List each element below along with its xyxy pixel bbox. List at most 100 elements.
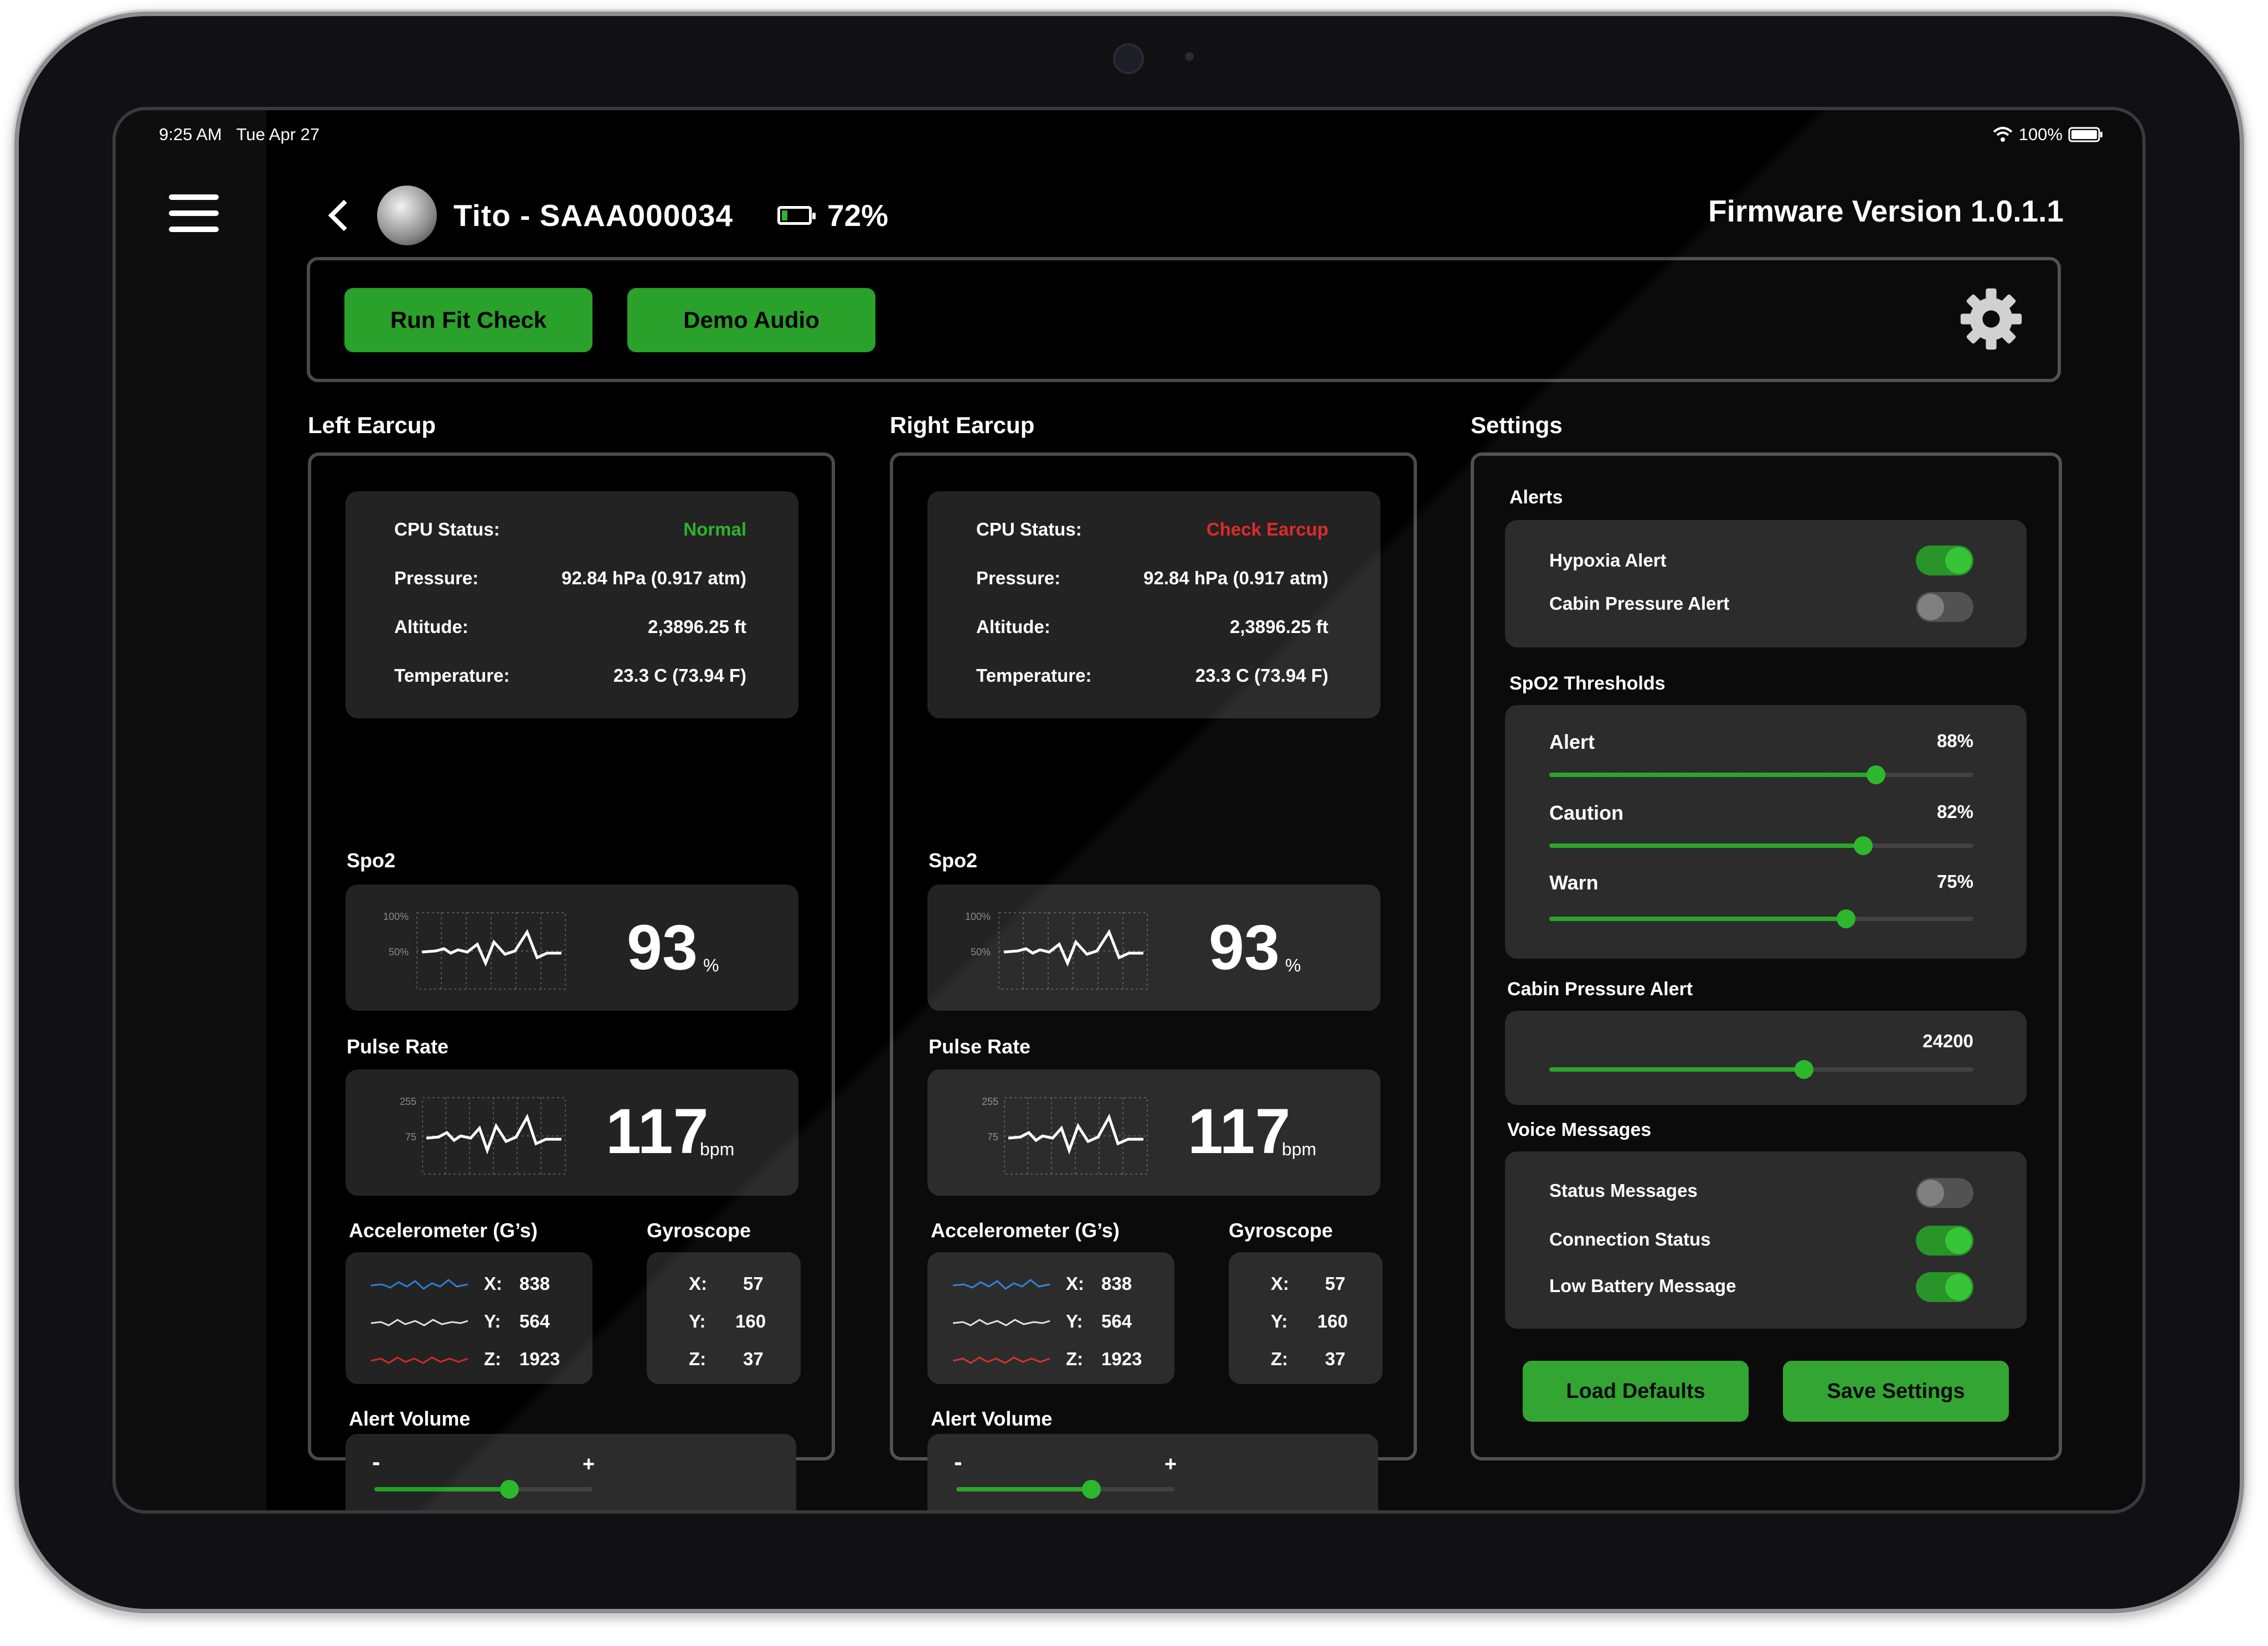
status-bar: 9:25 AM Tue Apr 27 100% xyxy=(116,110,2142,166)
sidebar xyxy=(116,110,266,1510)
slider-fill xyxy=(956,1487,1092,1491)
alert-volume-card: - + xyxy=(346,1434,796,1510)
low-battery-message-toggle[interactable] xyxy=(1916,1272,1973,1302)
caution-threshold-label: Caution xyxy=(1549,801,1623,824)
gyro-z-value: 37 xyxy=(1325,1349,1346,1369)
alert-threshold-slider[interactable] xyxy=(1549,765,1973,784)
cabin-pressure-alert-label: Cabin Pressure Alert xyxy=(1549,593,1730,614)
spo2-tick-high: 100% xyxy=(383,911,409,922)
camera-icon xyxy=(1113,43,1144,74)
pressure-label: Pressure: xyxy=(976,568,1061,588)
spo2-title: Spo2 xyxy=(347,849,396,872)
action-toolbar: Run Fit Check Demo Audio xyxy=(307,257,2061,382)
slider-knob[interactable] xyxy=(500,1480,519,1499)
slider-fill xyxy=(1549,1067,1804,1072)
warn-threshold-slider[interactable] xyxy=(1549,909,1973,928)
gear-icon[interactable] xyxy=(1958,286,2024,352)
accelerometer-title: Accelerometer (G’s) xyxy=(931,1219,1120,1242)
settings-title: Settings xyxy=(1471,412,1563,438)
save-settings-button[interactable]: Save Settings xyxy=(1783,1361,2009,1422)
spo2-title: Spo2 xyxy=(929,849,978,872)
device-name: Tito - SAAA000034 xyxy=(453,198,734,233)
back-chevron-icon[interactable] xyxy=(328,199,360,232)
accel-z-label: Z: xyxy=(484,1349,502,1369)
spo2-waveform xyxy=(998,912,1148,990)
run-fit-check-button[interactable]: Run Fit Check xyxy=(344,288,592,352)
status-messages-label: Status Messages xyxy=(1549,1180,1698,1201)
spo2-value: 93 xyxy=(627,912,698,983)
cabin-pressure-slider[interactable] xyxy=(1549,1060,1973,1079)
altitude-value: 2,3896.25 ft xyxy=(1230,616,1328,637)
volume-plus-icon[interactable]: + xyxy=(1164,1453,1177,1477)
volume-plus-icon[interactable]: + xyxy=(583,1453,595,1477)
spo2-card: 100% 50% 93 % xyxy=(927,884,1380,1011)
spo2-unit: % xyxy=(1285,955,1301,975)
gyroscope-card: X: 57 Y: 160 Z: 37 xyxy=(647,1252,801,1384)
wifi-icon xyxy=(1993,127,2013,142)
accelerometer-card: X: 838 Y: 564 Z: 1923 xyxy=(927,1252,1174,1384)
cabin-pressure-value: 24200 xyxy=(1922,1031,1973,1051)
pulse-value: 117 xyxy=(1188,1096,1291,1167)
altitude-label: Altitude: xyxy=(394,616,468,637)
left-earcup-panel: CPU Status: Normal Pressure: 92.84 hPa (… xyxy=(308,452,835,1510)
spo2-card: 100% 50% 93 % xyxy=(346,884,798,1011)
pulse-tick-high: 255 xyxy=(400,1096,417,1107)
alert-volume-title: Alert Volume xyxy=(349,1407,471,1430)
hypoxia-alert-toggle[interactable] xyxy=(1916,546,1973,575)
battery-icon xyxy=(2068,127,2102,142)
connection-status-toggle[interactable] xyxy=(1916,1226,1973,1256)
voice-messages-card: Status Messages Connection Status Low Ba… xyxy=(1505,1151,2027,1329)
accel-z-label: Z: xyxy=(1066,1349,1084,1369)
accel-x-label: X: xyxy=(484,1273,502,1294)
cabin-pressure-alert-toggle[interactable] xyxy=(1916,592,1973,622)
load-defaults-button[interactable]: Load Defaults xyxy=(1523,1361,1749,1422)
accelerometer-card: X: 838 Y: 564 Z: 1923 xyxy=(346,1252,592,1384)
settings-panel: Alerts Hypoxia Alert Cabin Pressure Aler… xyxy=(1471,452,2062,1460)
cpu-status-label: CPU Status: xyxy=(976,519,1082,539)
gyro-y-value: 160 xyxy=(1317,1311,1348,1331)
accel-y-value: 564 xyxy=(1101,1311,1132,1331)
left-status-card: CPU Status: Normal Pressure: 92.84 hPa (… xyxy=(346,491,798,718)
volume-minus-icon[interactable]: - xyxy=(954,1448,962,1476)
gyro-z-value: 37 xyxy=(743,1349,764,1369)
pulse-title: Pulse Rate xyxy=(929,1035,1031,1058)
gyro-x-value: 57 xyxy=(1325,1273,1346,1294)
warn-threshold-value: 75% xyxy=(1936,871,1973,892)
status-messages-toggle[interactable] xyxy=(1916,1178,1973,1208)
slider-knob[interactable] xyxy=(1794,1060,1813,1079)
slider-knob[interactable] xyxy=(1866,765,1885,784)
pulse-waveform xyxy=(422,1097,566,1175)
pulse-tick-low: 75 xyxy=(405,1131,417,1143)
alert-volume-card: - + xyxy=(927,1434,1378,1510)
alert-volume-slider[interactable] xyxy=(956,1480,1174,1499)
gyro-y-label: Y: xyxy=(689,1311,706,1331)
demo-audio-button[interactable]: Demo Audio xyxy=(627,288,875,352)
caution-threshold-slider[interactable] xyxy=(1549,836,1973,855)
cabin-pressure-title: Cabin Pressure Alert xyxy=(1507,979,1693,1000)
cabin-pressure-card: 24200 xyxy=(1505,1011,2027,1105)
cpu-status-value: Check Earcup xyxy=(1206,519,1328,539)
alert-volume-slider[interactable] xyxy=(374,1480,592,1499)
sensor-icon xyxy=(1185,52,1194,61)
pulse-card: 255 75 117 bpm xyxy=(927,1069,1380,1196)
menu-icon[interactable] xyxy=(169,194,219,233)
pressure-value: 92.84 hPa (0.917 atm) xyxy=(1143,568,1328,588)
right-earcup-panel: CPU Status: Check Earcup Pressure: 92.84… xyxy=(890,452,1417,1510)
pulse-title: Pulse Rate xyxy=(347,1035,449,1058)
accel-y-label: Y: xyxy=(1066,1311,1083,1331)
slider-knob[interactable] xyxy=(1082,1480,1101,1499)
battery-icon xyxy=(777,206,816,225)
accel-x-value: 838 xyxy=(1101,1273,1132,1294)
slider-knob[interactable] xyxy=(1853,836,1873,855)
altitude-label: Altitude: xyxy=(976,616,1050,637)
gyro-x-label: X: xyxy=(1271,1273,1289,1294)
spo2-thresholds-title: SpO2 Thresholds xyxy=(1509,673,1666,694)
altitude-value: 2,3896.25 ft xyxy=(648,616,746,637)
alert-threshold-value: 88% xyxy=(1936,731,1973,751)
pressure-label: Pressure: xyxy=(394,568,479,588)
temperature-value: 23.3 C (73.94 F) xyxy=(613,665,746,686)
volume-minus-icon[interactable]: - xyxy=(372,1448,380,1476)
slider-knob[interactable] xyxy=(1837,909,1856,928)
spo2-value: 93 xyxy=(1209,912,1280,983)
spo2-tick-high: 100% xyxy=(965,911,991,922)
